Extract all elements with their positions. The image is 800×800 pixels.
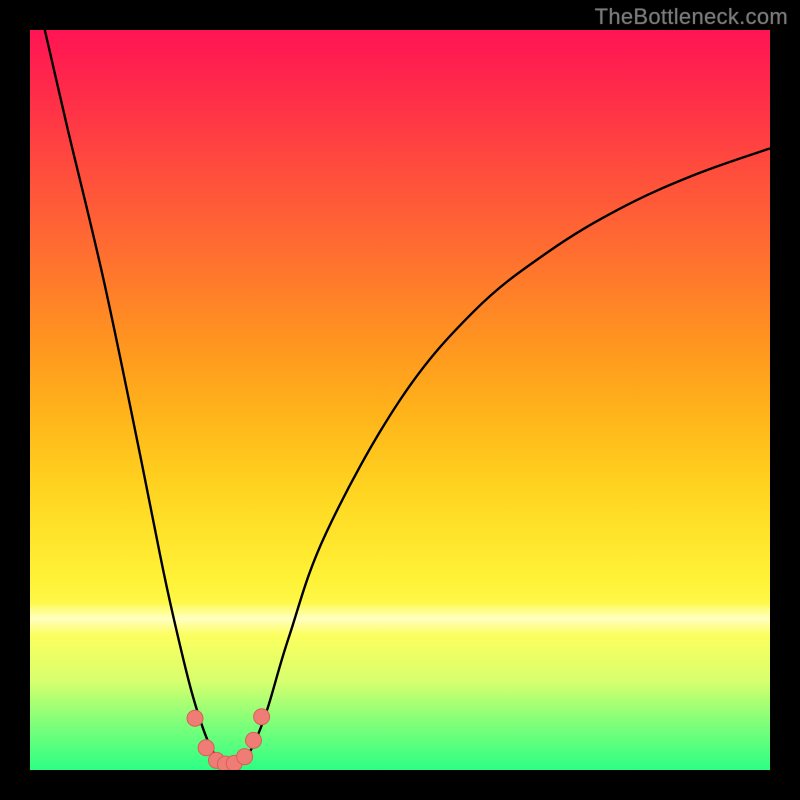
- marker-dot: [198, 740, 214, 756]
- watermark-text: TheBottleneck.com: [595, 4, 788, 30]
- highlight-band: [30, 602, 770, 636]
- bottleneck-curve: [45, 30, 770, 765]
- marker-dot: [245, 732, 261, 748]
- marker-dot: [254, 709, 270, 725]
- plot-area: [30, 30, 770, 770]
- marker-dot: [226, 755, 242, 770]
- marker-dot: [217, 756, 233, 770]
- marker-cluster: [187, 709, 270, 770]
- marker-dot: [208, 752, 224, 768]
- curve-svg: [30, 30, 770, 770]
- marker-dot: [237, 749, 253, 765]
- marker-dot: [187, 710, 203, 726]
